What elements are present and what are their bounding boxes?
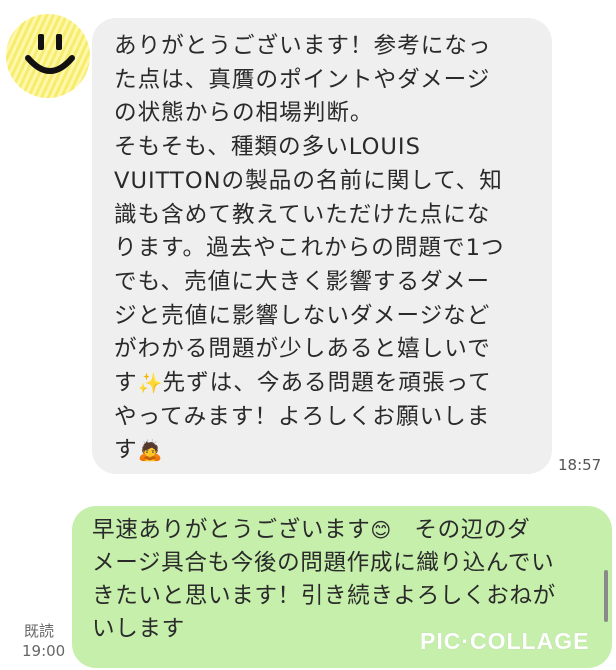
sparkles-icon: ✨ bbox=[137, 371, 163, 396]
sender-avatar[interactable] bbox=[6, 14, 90, 98]
message-line: ります。過去やこれからの問題で1つ bbox=[114, 235, 505, 262]
outgoing-message-time: 19:00 bbox=[22, 642, 66, 660]
message-line: VUITTONの製品の名前に関して、知 bbox=[114, 167, 503, 194]
message-line: 識も含めて教えていただけた点にな bbox=[114, 201, 491, 228]
message-line: す bbox=[114, 437, 138, 464]
message-line: ジと売値に影響しないダメージなど bbox=[114, 302, 491, 329]
message-line: きたいと思います！引き続きよろしくおねが bbox=[92, 583, 556, 609]
message-line: た点は、真贋のポイントやダメージ bbox=[114, 66, 491, 93]
scrollbar[interactable] bbox=[604, 570, 608, 622]
message-line: その辺のダ bbox=[391, 517, 531, 543]
outgoing-message-text: 早速ありがとうございます😊 その辺のダ メージ具合も今後の問題作成に織り込んでい… bbox=[92, 514, 598, 646]
message-line: メージ具合も今後の問題作成に織り込んでい bbox=[92, 550, 555, 576]
message-line: やってみます！よろしくお願いしま bbox=[114, 403, 491, 430]
message-line: がわかる問題が少しあると嬉しいで bbox=[114, 336, 491, 363]
message-line: ありがとうございます！参考になっ bbox=[114, 33, 492, 59]
incoming-message-bubble[interactable]: ありがとうございます！参考になっ た点は、真贋のポイントやダメージ の状態からの… bbox=[92, 18, 552, 474]
incoming-message-text: ありがとうございます！参考になっ た点は、真贋のポイントやダメージ の状態からの… bbox=[114, 30, 534, 468]
smiley-face-icon bbox=[25, 34, 75, 74]
smiling-face-icon: 😊 bbox=[370, 518, 392, 542]
read-status: 既読 bbox=[24, 622, 55, 640]
message-line: の状態からの相場判断。 bbox=[114, 100, 374, 127]
message-line: 早速ありがとうございます bbox=[92, 517, 371, 543]
incoming-message-time: 18:57 bbox=[558, 456, 602, 474]
message-line: でも、売値に大きく影響するダメー bbox=[114, 268, 491, 295]
message-line: す bbox=[114, 370, 138, 397]
watermark-logo: PIC·COLLAGE bbox=[420, 628, 590, 654]
message-line: そもそも、種類の多いLOUIS bbox=[114, 134, 421, 161]
message-line: いします bbox=[92, 616, 185, 642]
bowing-person-icon: 🙇 bbox=[137, 438, 163, 463]
message-line: 先ずは、今ある問題を頑張って bbox=[162, 370, 492, 397]
